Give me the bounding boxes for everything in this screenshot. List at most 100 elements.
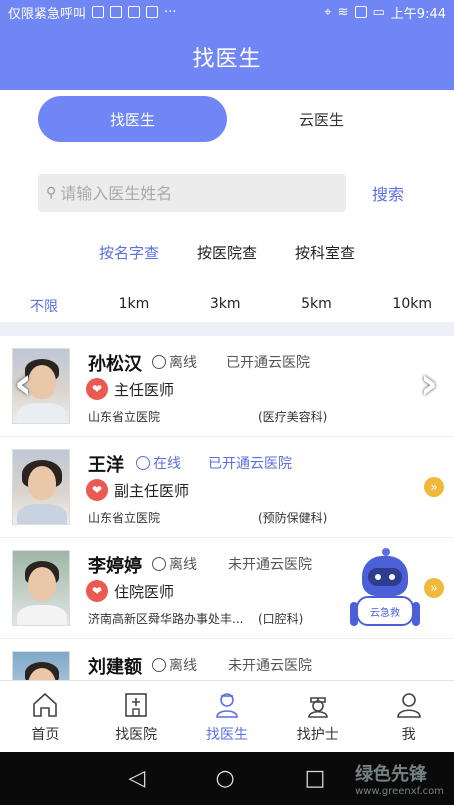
cloud-emergency-robot[interactable]: 云急救 [350,548,420,632]
doctor-name: 孙松汉 [88,354,142,375]
hospital-name: 济南高新区舜华路办事处丰... [88,612,244,626]
tab-hospital[interactable]: 找医院 [91,681,182,752]
doctor-title: ❤ 住院医师 [86,580,174,602]
status-text: 离线 [169,557,197,573]
notification-icon [92,6,105,18]
tab-home[interactable]: 首页 [0,681,91,752]
status-badge: 离线 [152,554,197,574]
distance-5km[interactable]: 5km [301,296,332,318]
distance-10km[interactable]: 10km [392,296,432,318]
tab-profile[interactable]: 我 [363,681,454,752]
tab-label: 我 [401,726,416,743]
cloud-status: 已开通云医院 [208,456,292,472]
sim-icon [354,6,367,18]
robot-antenna [382,548,390,556]
status-left: 仅限紧急呼叫 ··· [8,3,324,22]
status-badge: 在线 [136,453,181,473]
doctor-name: 刘建额 [88,657,142,678]
status-badge: 离线 [152,352,197,372]
distance-1km[interactable]: 1km [119,296,150,318]
chevron-left-icon[interactable]: ‹ [14,362,32,406]
hospital-name: 山东省立医院 [88,511,161,525]
home-icon [33,692,58,717]
profile-icon [396,692,421,718]
recents-icon[interactable]: □ [305,766,326,791]
tab-label: 首页 [31,726,60,743]
watermark-url: www.greenxf.com [355,786,444,797]
doctor-title: ❤ 主任医师 [86,378,174,400]
status-text: 离线 [169,658,197,674]
location-icon: ⌖ [324,4,332,20]
status-text: 离线 [169,355,197,371]
department: (口腔科) [258,612,304,626]
heart-icon: ❤ [86,479,108,501]
tab-cloud-doctor[interactable]: 云医生 [227,96,416,142]
distance-unlimited[interactable]: 不限 [30,296,58,318]
department: (预防保健科) [258,511,328,525]
search-row: ⚲ 搜索 [38,174,428,212]
battery-icon: ▭ [372,4,385,20]
carrier-text: 仅限紧急呼叫 [8,6,87,22]
heart-icon: ❤ [86,378,108,400]
back-icon[interactable]: ◁ [129,766,146,791]
watermark: 绿色先锋 www.greenxf.com [355,760,444,797]
search-box: ⚲ [38,174,346,212]
more-dots-icon: ··· [164,4,177,20]
tab-doctor[interactable]: 找医生 [182,681,273,752]
double-chevron-icon[interactable]: » [424,578,444,598]
robot-label: 云急救 [356,596,414,626]
app-icon [128,6,141,18]
double-chevron-icon[interactable]: » [424,477,444,497]
search-input[interactable] [60,183,331,203]
nurse-icon [307,696,328,718]
section-divider [0,322,454,336]
doctor-name: 李婷婷 [88,556,142,577]
wifi-icon: ≋ [337,4,349,20]
status-right: ⌖ ≋ ▭ 上午9:44 [324,3,446,22]
segment-control: 找医生 云医生 [38,96,416,142]
app-icon [146,6,159,18]
tab-find-doctor[interactable]: 找医生 [38,96,227,142]
title-text: 副主任医师 [114,481,190,500]
doctor-name: 王洋 [88,455,124,476]
avatar [12,550,70,626]
search-button[interactable]: 搜索 [372,181,404,205]
doctor-card[interactable]: ‹ 孙松汉 离线 已开通云医院 ❤ 主任医师 山东省立医院 (医疗美容科) › [0,336,454,437]
cloud-icon [110,6,123,18]
tab-label: 找医生 [205,726,248,743]
watermark-text: 绿色先锋 [355,764,428,785]
filter-by-department[interactable]: 按科室查 [295,242,355,266]
status-badge: 离线 [152,655,197,675]
cloud-status: 已开通云医院 [226,355,310,371]
title-text: 住院医师 [114,582,175,601]
department: (医疗美容科) [258,410,328,424]
status-face-icon [152,658,166,672]
doctor-card[interactable]: 刘建额 离线 未开通云医院 [0,639,454,680]
search-icon: ⚲ [46,185,57,201]
bottom-tab-bar: 首页 找医院 找医生 找护士 我 [0,680,454,752]
status-face-icon [136,456,150,470]
title-text: 主任医师 [114,380,175,399]
filter-by-hospital[interactable]: 按医院查 [197,242,257,266]
cloud-status: 未开通云医院 [228,557,312,573]
clock: 上午9:44 [390,6,446,22]
filter-tabs: 按名字查 按医院查 按科室查 [0,242,454,266]
doctor-card[interactable]: 王洋 在线 已开通云医院 ❤ 副主任医师 山东省立医院 (预防保健科) » [0,437,454,538]
chevron-right-icon[interactable]: › [420,362,438,406]
cloud-status: 未开通云医院 [228,658,312,674]
distance-3km[interactable]: 3km [210,296,241,318]
heart-icon: ❤ [86,580,108,602]
status-bar: 仅限紧急呼叫 ··· ⌖ ≋ ▭ 上午9:44 [0,0,454,24]
tab-label: 找护士 [296,726,339,743]
status-face-icon [152,355,166,369]
page-title: 找医生 [0,24,454,90]
hospital-name: 山东省立医院 [88,410,161,424]
tab-nurse[interactable]: 找护士 [272,681,363,752]
avatar [12,651,70,680]
status-face-icon [152,557,166,571]
home-circle-icon[interactable]: ○ [215,766,234,791]
robot-head-icon [362,556,408,596]
filter-by-name[interactable]: 按名字查 [99,242,159,266]
tab-label: 找医院 [115,726,158,743]
distance-filter: 不限 1km 3km 5km 10km [0,296,454,318]
